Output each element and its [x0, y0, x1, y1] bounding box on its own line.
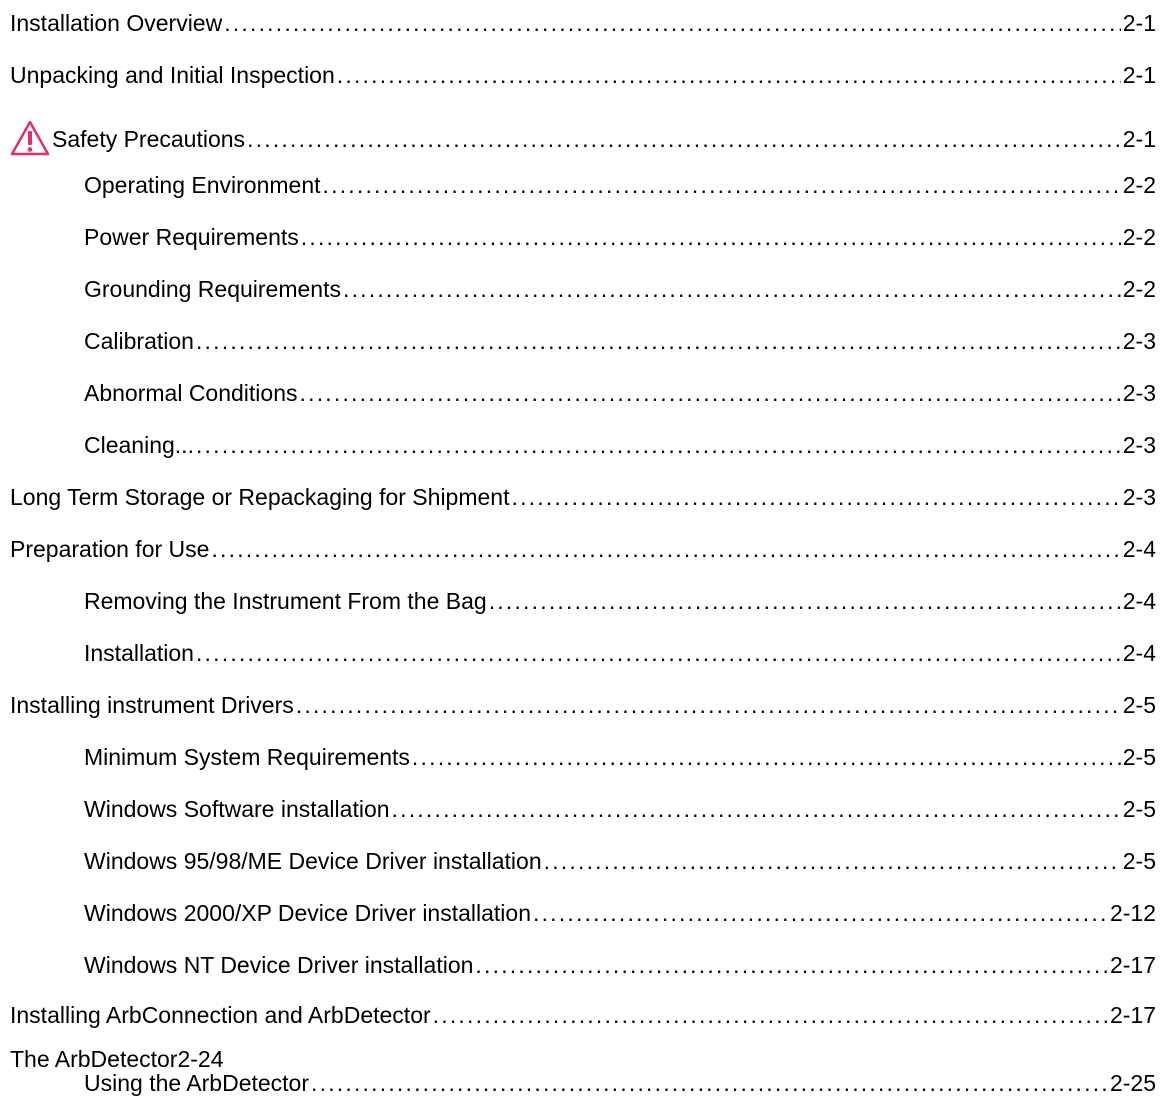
toc-entry-title: Windows Software installation: [84, 796, 390, 822]
toc-entry-page: 2-2: [1122, 224, 1156, 250]
toc-entry-title: Calibration: [84, 328, 194, 354]
toc-entry-page: 2-25: [1109, 1070, 1156, 1096]
toc-entry-title: Safety Precautions: [52, 126, 246, 152]
toc-entry[interactable]: Minimum System Requirements 2-5: [84, 738, 1156, 770]
toc-entry-page: 2-2: [1122, 276, 1156, 302]
toc-entry-title: Preparation for Use: [10, 536, 210, 562]
dot-leader: [196, 328, 1121, 354]
toc-entry[interactable]: Windows 95/98/ME Device Driver installat…: [84, 842, 1156, 874]
dot-leader: [296, 692, 1121, 718]
toc-entry-title: Minimum System Requirements: [84, 744, 410, 770]
toc-entry-title: Unpacking and Initial Inspection: [10, 62, 335, 88]
dot-leader: [247, 126, 1121, 152]
dot-leader: [392, 796, 1121, 822]
dot-leader: [211, 536, 1120, 562]
toc-entry[interactable]: Installation Overview 2-1: [10, 4, 1156, 36]
dot-leader: [311, 1070, 1108, 1096]
toc-entry[interactable]: Cleaning... 2-3: [84, 426, 1156, 458]
toc-entry[interactable]: Power Requirements 2-2: [84, 218, 1156, 250]
dot-leader: [489, 588, 1121, 614]
toc-entry-page: 2-5: [1122, 744, 1156, 770]
dot-leader: [544, 848, 1121, 874]
dot-leader: [196, 432, 1121, 458]
dot-leader: [475, 952, 1108, 978]
toc-entry-page: 2-1: [1122, 126, 1156, 152]
toc-entry-page: 2-4: [1122, 640, 1156, 666]
toc-entry[interactable]: Grounding Requirements 2-2: [84, 270, 1156, 302]
toc-entry-page: 2-3: [1122, 328, 1156, 354]
dot-leader: [300, 380, 1121, 406]
dot-leader: [533, 900, 1108, 926]
toc-entry-title: Grounding Requirements: [84, 276, 341, 302]
toc-entry-page: 2-4: [1122, 536, 1156, 562]
toc-entry-page: 2-5: [1122, 692, 1156, 718]
toc-entry[interactable]: Installation 2-4: [84, 634, 1156, 666]
dot-leader: [323, 172, 1121, 198]
toc-entry[interactable]: Using the ArbDetector 2-25: [84, 1064, 1156, 1096]
toc-entry[interactable]: Calibration 2-3: [84, 322, 1156, 354]
toc-entry-title: Abnormal Conditions: [84, 380, 298, 406]
toc-entry[interactable]: Unpacking and Initial Inspection 2-1: [10, 56, 1156, 88]
toc-entry-page: 2-17: [1109, 1002, 1156, 1028]
toc-entry-page: 2-2: [1122, 172, 1156, 198]
toc-entry[interactable]: Windows 2000/XP Device Driver installati…: [84, 894, 1156, 926]
dot-leader: [301, 224, 1121, 250]
dot-leader: [224, 10, 1121, 36]
toc-entry-page: 2-3: [1122, 484, 1156, 510]
toc-entry-title: Installation Overview: [10, 10, 223, 36]
toc-entry-title: Cleaning...: [84, 432, 194, 458]
toc-entry-page: 2-3: [1122, 432, 1156, 458]
toc-entry[interactable]: Installing ArbConnection and ArbDetector…: [10, 996, 1156, 1028]
dot-leader: [511, 484, 1120, 510]
toc-entry[interactable]: Long Term Storage or Repackaging for Shi…: [10, 478, 1156, 510]
dot-leader: [196, 640, 1121, 666]
warning-triangle-icon: [10, 120, 50, 156]
toc-entry[interactable]: Installing instrument Drivers 2-5: [10, 686, 1156, 718]
toc-entry-title: Windows NT Device Driver installation: [84, 952, 474, 978]
toc-entry-title: Power Requirements: [84, 224, 299, 250]
toc-entry-title: Long Term Storage or Repackaging for Shi…: [10, 484, 510, 510]
toc-entry-title: Windows 2000/XP Device Driver installati…: [84, 900, 531, 926]
dot-leader: [412, 744, 1121, 770]
toc-entry-page: 2-4: [1122, 588, 1156, 614]
dot-leader: [433, 1002, 1108, 1028]
toc-entry-title: Windows 95/98/ME Device Driver installat…: [84, 848, 542, 874]
toc-entry-page: 2-1: [1122, 62, 1156, 88]
toc-entry[interactable]: Windows NT Device Driver installation 2-…: [84, 946, 1156, 978]
toc-entry-page: 2-5: [1122, 848, 1156, 874]
toc-entry[interactable]: Preparation for Use 2-4: [10, 530, 1156, 562]
dot-leader: [337, 62, 1121, 88]
toc-entry[interactable]: Operating Environment 2-2: [84, 166, 1156, 198]
toc-entry-title: Using the ArbDetector: [84, 1070, 310, 1096]
toc-entry[interactable]: Windows Software installation 2-5: [84, 790, 1156, 822]
toc-entry-title: Operating Environment: [84, 172, 321, 198]
toc-entry-title: Installation: [84, 640, 194, 666]
toc-entry-title: Installing ArbConnection and ArbDetector: [10, 1002, 431, 1028]
toc-entry-page: 2-5: [1122, 796, 1156, 822]
dot-leader: [343, 276, 1121, 302]
toc-entry[interactable]: Removing the Instrument From the Bag 2-4: [84, 582, 1156, 614]
toc-entry[interactable]: Abnormal Conditions 2-3: [84, 374, 1156, 406]
toc-entry-page: 2-1: [1122, 10, 1156, 36]
toc-entry-page: 2-3: [1122, 380, 1156, 406]
toc-entry-title: Removing the Instrument From the Bag: [84, 588, 487, 614]
toc-entry[interactable]: Safety Precautions 2-1: [10, 110, 1156, 156]
toc-entry-title: Installing instrument Drivers: [10, 692, 294, 718]
toc-entry-page: 2-12: [1109, 900, 1156, 926]
toc-entry-page: 2-17: [1109, 952, 1156, 978]
